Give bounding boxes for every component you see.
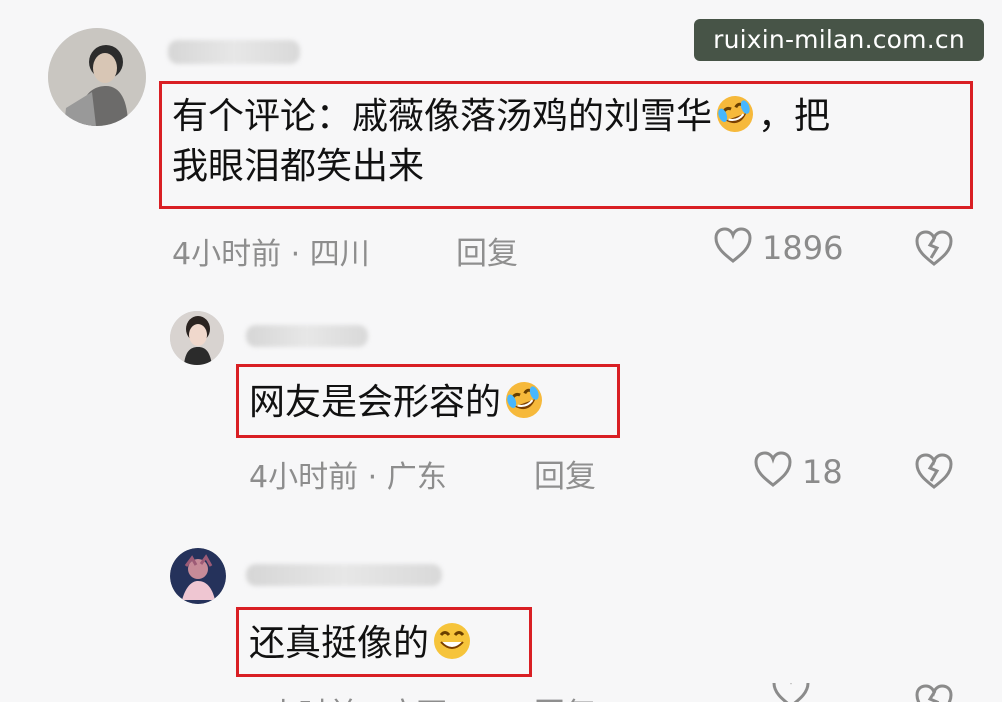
comment-text: 还真挺像的 xyxy=(249,619,475,669)
watermark-badge: ruixin-milan.com.cn xyxy=(694,19,984,61)
avatar[interactable] xyxy=(170,548,226,604)
reply-button-partial[interactable]: 回复 xyxy=(534,689,596,702)
like-button[interactable]: 1896 xyxy=(712,226,843,269)
username-blurred xyxy=(246,564,442,586)
grinning-face-emoji xyxy=(431,620,473,662)
comment-text: 有个评论：戚薇像落汤鸡的刘雪华 ，把 我眼泪都笑出来 xyxy=(172,92,962,192)
like-count: 18 xyxy=(802,452,843,491)
comment-meta: 4小时前 · 广东 xyxy=(249,460,447,495)
broken-heart-icon-partial[interactable] xyxy=(913,683,955,702)
comment-meta: 4小时前 · 四川 xyxy=(172,237,370,272)
avatar[interactable] xyxy=(170,311,224,365)
like-button-partial[interactable] xyxy=(770,683,812,702)
like-button[interactable]: 18 xyxy=(752,450,843,493)
reply-button[interactable]: 回复 xyxy=(456,228,518,273)
rolling-laugh-emoji xyxy=(714,93,756,135)
username-blurred xyxy=(246,325,368,347)
heart-icon xyxy=(770,683,812,702)
broken-heart-icon[interactable] xyxy=(913,229,955,267)
avatar-image xyxy=(170,311,224,365)
reply-button[interactable]: 回复 xyxy=(534,451,596,496)
avatar[interactable] xyxy=(48,28,146,126)
username-blurred xyxy=(168,40,300,64)
like-count: 1896 xyxy=(762,228,844,267)
rolling-laugh-emoji xyxy=(503,379,545,421)
heart-icon xyxy=(752,450,794,493)
broken-heart-icon[interactable] xyxy=(913,452,955,490)
avatar-image xyxy=(170,548,226,604)
comment-text: 网友是会形容的 xyxy=(249,378,547,428)
comment-meta-partial: 4小时前 · 广西 xyxy=(249,689,447,702)
avatar-image xyxy=(48,28,146,126)
heart-icon xyxy=(712,226,754,269)
